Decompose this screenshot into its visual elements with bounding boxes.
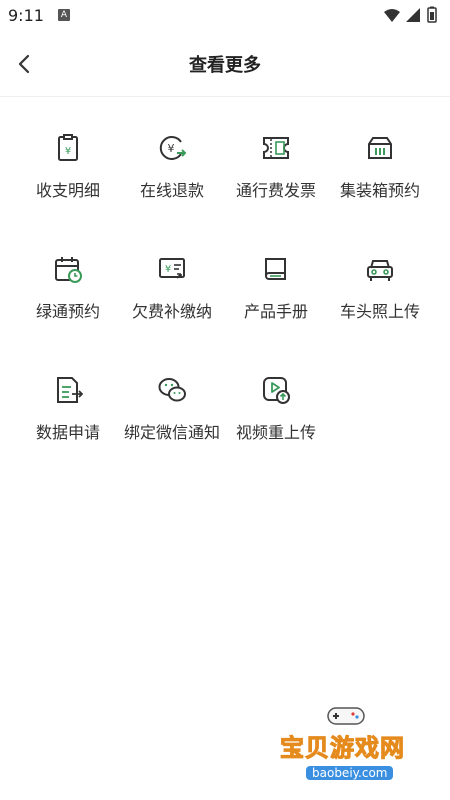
status-time: 9:11 (8, 6, 44, 25)
item-container-booking[interactable]: 集装箱预约 (328, 120, 432, 241)
status-icons (382, 6, 442, 26)
container-icon (368, 137, 392, 159)
calendar-clock-icon (55, 257, 82, 283)
item-toll-invoice[interactable]: 通行费发票 (224, 120, 328, 241)
document-arrow-icon (57, 377, 83, 403)
notification-icon: A (58, 9, 70, 21)
status-bar: 9:11 A (0, 0, 450, 32)
item-label: 绑定微信通知 (123, 423, 220, 442)
gamepad-icon (327, 707, 365, 725)
video-upload-icon (263, 377, 290, 404)
item-label: 数据申请 (35, 423, 100, 442)
svg-text:¥: ¥ (65, 146, 71, 157)
item-arrears-payment[interactable]: ¥ 欠费补缴纳 (120, 241, 224, 362)
wechat-icon (158, 378, 186, 402)
grid-row: 绿通预约 ¥ 欠费补缴纳 产品手册 车头照上传 (16, 241, 434, 362)
item-label: 欠费补缴纳 (131, 302, 212, 321)
item-label: 视频重上传 (235, 423, 316, 442)
item-green-channel-booking[interactable]: 绿通预约 (16, 241, 120, 362)
item-income-expense[interactable]: ¥ 收支明细 (16, 120, 120, 241)
grid-row: ¥ 收支明细 ¥ 在线退款 通行费发票 集装箱预约 (16, 120, 434, 241)
watermark-text: 宝贝游戏网 (280, 734, 405, 763)
item-video-reupload[interactable]: 视频重上传 (224, 362, 328, 483)
item-bind-wechat[interactable]: 绑定微信通知 (120, 362, 224, 483)
item-label: 产品手册 (243, 302, 308, 321)
item-label: 绿通预约 (35, 302, 100, 321)
yen-refund-icon: ¥ (159, 136, 187, 160)
item-label: 车头照上传 (339, 302, 420, 321)
item-label: 在线退款 (139, 181, 204, 200)
item-front-photo-upload[interactable]: 车头照上传 (328, 241, 432, 362)
book-icon (265, 258, 286, 280)
toll-invoice-icon (263, 137, 289, 159)
feature-grid: ¥ 收支明细 ¥ 在线退款 通行费发票 集装箱预约 绿通预约 ¥ 欠费补缴纳 产… (16, 120, 434, 483)
svg-text:¥: ¥ (168, 142, 175, 155)
watermark-url: baobeiy.com (306, 766, 394, 780)
item-online-refund[interactable]: ¥ 在线退款 (120, 120, 224, 241)
item-label: 集装箱预约 (339, 181, 420, 200)
svg-text:¥: ¥ (165, 264, 171, 275)
arrears-payment-icon: ¥ (159, 258, 185, 279)
grid-row: 数据申请 绑定微信通知 视频重上传 (16, 362, 434, 483)
header: 查看更多 (0, 32, 450, 97)
item-label: 收支明细 (35, 181, 100, 200)
page-title: 查看更多 (189, 55, 261, 76)
item-data-application[interactable]: 数据申请 (16, 362, 120, 483)
watermark-logo: 宝贝游戏网 baobeiy.com (268, 700, 428, 800)
wifi-signal-battery-icon (384, 6, 437, 23)
item-label: 通行费发票 (235, 181, 316, 200)
item-product-manual[interactable]: 产品手册 (224, 241, 328, 362)
car-front-icon (367, 260, 393, 281)
clipboard-yen-icon: ¥ (58, 134, 78, 161)
